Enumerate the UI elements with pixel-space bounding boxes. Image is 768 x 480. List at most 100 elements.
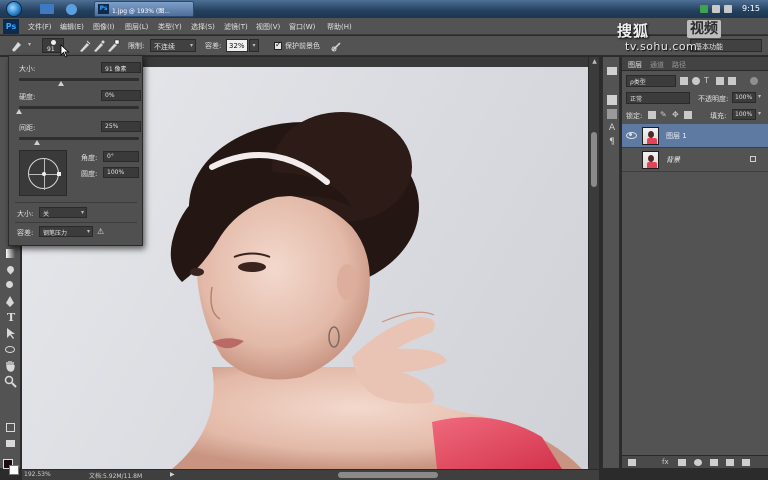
paragraph-panel-icon[interactable]: ¶ [607,137,617,147]
hand-tool-icon[interactable] [4,359,17,372]
layer-name[interactable]: 图层 1 [666,131,687,141]
fill-input[interactable]: 100% [732,109,756,120]
background-color-swatch[interactable] [9,465,19,475]
background-eraser-tool-icon[interactable] [10,39,24,53]
type-filter-icon[interactable]: T [704,77,712,85]
zoom-tool-icon[interactable] [4,375,17,388]
vertical-scrollbar-thumb[interactable] [591,132,597,187]
menu-file[interactable]: 文件(F) [28,22,52,32]
brush-angle-preview[interactable] [19,150,67,196]
quick-mask-icon[interactable] [4,421,17,434]
brush-panel-icon[interactable] [607,95,617,105]
layer-name[interactable]: 背景 [666,155,680,165]
history-panel-icon[interactable] [607,67,617,75]
menu-image[interactable]: 图像(I) [93,22,115,32]
blur-tool-icon[interactable] [4,263,17,276]
screen-mode-icon[interactable] [4,437,17,450]
add-mask-icon[interactable] [678,459,686,466]
lock-all-icon[interactable] [684,111,692,119]
menu-filter[interactable]: 滤镜(T) [224,22,248,32]
volume-icon[interactable] [724,5,732,13]
protect-foreground-checkbox[interactable] [274,40,282,50]
spacing-input[interactable]: 25% [101,121,141,132]
scroll-up-icon[interactable]: ▲ [589,57,600,67]
smart-object-filter-icon[interactable] [728,77,736,85]
menu-select[interactable]: 选择(S) [191,22,215,32]
hardness-slider[interactable] [16,106,139,114]
layer-row-layer1[interactable]: 图层 1 [622,124,768,148]
fill-dropdown-icon[interactable]: ▾ [758,110,761,117]
pen-tool-icon[interactable] [4,295,17,308]
network-icon[interactable] [712,5,720,13]
tolerance-slider-button[interactable]: ▾ [249,39,259,52]
limits-select[interactable]: 不连续 ▾ [150,39,196,52]
roundness-input[interactable]: 100% [103,167,139,178]
brush-size-input[interactable]: 91 像素 [101,62,141,73]
sampling-continuous-icon[interactable] [78,39,92,53]
lock-position-icon[interactable]: ✥ [672,111,680,119]
status-menu-arrow-icon[interactable]: ▶ [170,471,175,478]
pixel-filter-icon[interactable] [680,77,688,85]
character-panel-icon[interactable]: A [607,123,617,133]
type-tool-icon[interactable]: T [4,311,17,324]
size-control-select[interactable]: 关 ▾ [39,207,87,218]
brush-size-slider[interactable] [19,78,139,86]
vertical-scrollbar[interactable]: ▲ [588,57,599,467]
tab-channels[interactable]: 通道 [650,60,664,70]
layer-kind-filter-select[interactable]: ρ类型 [626,75,676,87]
pressure-size-icon[interactable] [330,39,344,53]
clock[interactable]: 9:15 [742,4,760,13]
visibility-eye-icon[interactable] [626,131,637,139]
popup-divider [15,222,137,223]
start-button[interactable] [6,1,22,17]
new-group-icon[interactable] [710,459,718,466]
hardness-input[interactable]: 0% [101,90,141,101]
dodge-tool-icon[interactable] [4,279,17,292]
angle-handle[interactable] [57,172,61,176]
menu-window[interactable]: 窗口(W) [289,22,315,32]
hardness-slider-thumb[interactable] [16,109,22,114]
adjustment-layer-icon[interactable] [694,459,702,466]
sampling-background-swatch-icon[interactable] [106,39,120,53]
spacing-slider-thumb[interactable] [34,140,40,145]
path-selection-tool-icon[interactable] [4,327,17,340]
tolerance-input[interactable]: 32% [226,39,248,52]
layer-style-icon[interactable]: fx [662,459,670,466]
zoom-level[interactable]: 192.53% [24,471,51,478]
filter-toggle-icon[interactable] [750,77,758,85]
gradient-tool-icon[interactable] [4,247,17,260]
menu-view[interactable]: 视图(V) [256,22,280,32]
panel-dock: A ¶ [602,57,620,468]
opacity-input[interactable]: 100% [732,92,756,103]
link-layers-icon[interactable] [628,459,636,466]
spacing-slider[interactable] [19,137,139,145]
tab-layers[interactable]: 图层 [628,60,642,70]
adjustment-filter-icon[interactable] [692,77,700,85]
tolerance-control-select[interactable]: 钢笔压力 ▾ [39,226,93,237]
opacity-dropdown-icon[interactable]: ▾ [758,93,761,100]
layer-row-background[interactable]: 背景 [622,148,768,172]
angle-input[interactable]: 0° [103,151,139,162]
menu-edit[interactable]: 编辑(E) [60,22,84,32]
sampling-once-icon[interactable] [92,39,106,53]
tool-preset-dropdown-icon[interactable]: ▾ [28,41,31,48]
tray-green-icon[interactable] [700,5,708,13]
brush-size-slider-thumb[interactable] [58,81,64,86]
taskbar-photoshop-task[interactable]: Ps 1.jpg @ 193% (图... [94,1,194,17]
lock-transparent-icon[interactable] [648,111,656,119]
clone-source-icon[interactable] [607,109,617,119]
new-layer-icon[interactable] [726,459,734,466]
ellipse-tool-icon[interactable] [4,343,17,356]
menu-layer[interactable]: 图层(L) [125,22,148,32]
visibility-off-slot[interactable] [626,155,636,163]
tab-paths[interactable]: 路径 [672,60,686,70]
menu-help[interactable]: 帮助(H) [327,22,352,32]
lock-image-icon[interactable]: ✎ [660,111,668,119]
horizontal-scrollbar-thumb[interactable] [338,472,438,478]
menu-type[interactable]: 类型(Y) [158,22,182,32]
taskbar-app-browser[interactable] [54,1,92,17]
taskbar-task-title: 1.jpg @ 193% (图... [112,8,170,15]
blend-mode-select[interactable]: 正常 [626,92,690,104]
shape-filter-icon[interactable] [716,77,724,85]
delete-layer-icon[interactable] [742,459,750,466]
